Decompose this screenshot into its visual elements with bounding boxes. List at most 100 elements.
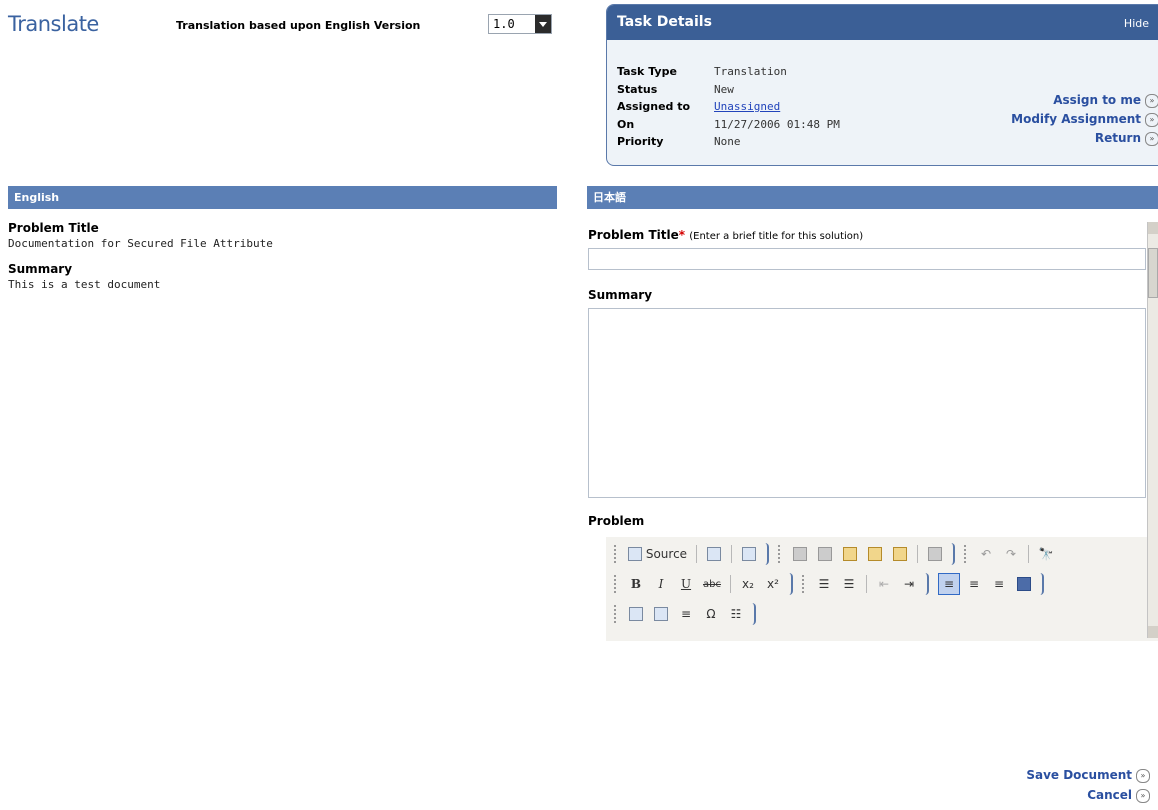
page-break-button[interactable]: ☷ bbox=[725, 603, 747, 625]
subscript-button[interactable]: x₂ bbox=[737, 573, 759, 595]
toolbar-separator bbox=[729, 575, 731, 593]
underline-button[interactable]: U bbox=[675, 573, 697, 595]
indent-icon: ⇥ bbox=[903, 577, 915, 591]
cut-button[interactable] bbox=[789, 543, 811, 565]
outdent-button[interactable]: ⇤ bbox=[873, 573, 895, 595]
toolbar-group-end bbox=[787, 573, 793, 595]
modify-assignment-label: Modify Assignment bbox=[1011, 112, 1141, 126]
print-icon bbox=[928, 547, 943, 561]
preview-icon bbox=[707, 547, 722, 561]
paste-word-icon bbox=[893, 547, 908, 561]
preview-button[interactable] bbox=[703, 543, 725, 565]
redo-button[interactable]: ↷ bbox=[1000, 543, 1022, 565]
source-button[interactable]: Source bbox=[625, 543, 690, 565]
toolbar-grip bbox=[778, 545, 783, 563]
find-icon: 🔭 bbox=[1038, 547, 1054, 561]
scrollbar-thumb[interactable] bbox=[1148, 248, 1158, 298]
undo-icon: ↶ bbox=[981, 547, 992, 561]
find-button[interactable]: 🔭 bbox=[1035, 543, 1057, 565]
horizontal-rule-button[interactable]: ≡ bbox=[675, 603, 697, 625]
japanese-section-header: 日本語 bbox=[587, 186, 1158, 209]
return-link[interactable]: Return » bbox=[1011, 129, 1158, 148]
print-button[interactable] bbox=[924, 543, 946, 565]
templates-button[interactable] bbox=[738, 543, 760, 565]
problem-title-input[interactable] bbox=[588, 248, 1146, 270]
align-center-icon: ≡ bbox=[968, 577, 980, 591]
align-left-icon: ≡ bbox=[943, 577, 955, 591]
numbered-list-button[interactable]: ☰ bbox=[813, 573, 835, 595]
image-button[interactable] bbox=[625, 603, 647, 625]
assign-to-me-link[interactable]: Assign to me » bbox=[1011, 91, 1158, 110]
toolbar-group-end bbox=[949, 543, 956, 565]
return-label: Return bbox=[1094, 131, 1141, 145]
task-value: Translation bbox=[714, 65, 787, 78]
task-key: Task Type bbox=[617, 65, 677, 78]
strikethrough-button[interactable]: abc bbox=[700, 573, 724, 595]
double-arrow-icon: » bbox=[1145, 131, 1158, 146]
toolbar-group-end bbox=[750, 603, 756, 625]
paste-word-button[interactable] bbox=[889, 543, 911, 565]
save-document-button[interactable]: Save Document » bbox=[1026, 768, 1150, 783]
align-right-button[interactable]: ≡ bbox=[988, 573, 1010, 595]
task-value: New bbox=[714, 82, 734, 96]
vertical-scrollbar[interactable] bbox=[1147, 222, 1158, 638]
chevron-down-icon[interactable] bbox=[535, 15, 551, 33]
copy-button[interactable] bbox=[814, 543, 836, 565]
align-center-button[interactable]: ≡ bbox=[963, 573, 985, 595]
justify-button[interactable] bbox=[1013, 573, 1035, 595]
justify-icon bbox=[1016, 577, 1031, 591]
task-row: On 11/27/2006 01:48 PM bbox=[617, 116, 840, 134]
paste-button[interactable] bbox=[839, 543, 861, 565]
indent-button[interactable]: ⇥ bbox=[898, 573, 920, 595]
toolbar-grip bbox=[964, 545, 969, 563]
problem-title-label: Problem Title* (Enter a brief title for … bbox=[588, 228, 863, 242]
align-left-button[interactable]: ≡ bbox=[937, 573, 960, 595]
english-section-header: English bbox=[8, 186, 557, 209]
bulleted-list-button[interactable]: ☰ bbox=[838, 573, 860, 595]
assigned-to-link[interactable]: Unassigned bbox=[714, 100, 780, 113]
save-document-label: Save Document bbox=[1026, 768, 1132, 782]
toolbar-grip bbox=[614, 605, 619, 623]
version-value: 1.0 bbox=[493, 17, 515, 31]
undo-button[interactable]: ↶ bbox=[975, 543, 997, 565]
paste-icon bbox=[843, 547, 858, 561]
special-char-button[interactable]: Ω bbox=[700, 603, 722, 625]
toolbar-group-end bbox=[923, 573, 929, 595]
modify-assignment-link[interactable]: Modify Assignment » bbox=[1011, 110, 1158, 129]
toolbar-row-1: Source ↶ ↷ 🔭 bbox=[614, 541, 1057, 567]
summary-textarea[interactable] bbox=[588, 308, 1146, 498]
paste-text-button[interactable] bbox=[864, 543, 886, 565]
cancel-button[interactable]: Cancel » bbox=[1087, 788, 1150, 803]
task-key: Status bbox=[617, 82, 658, 96]
toolbar-row-3: ≡ Ω ☷ bbox=[614, 601, 762, 627]
superscript-button[interactable]: x² bbox=[762, 573, 784, 595]
english-summary-value: This is a test document bbox=[8, 278, 161, 291]
task-key: On bbox=[617, 117, 635, 131]
toolbar-group-end bbox=[1038, 573, 1044, 595]
task-row: Status New bbox=[617, 81, 840, 99]
toolbar-grip bbox=[614, 575, 619, 593]
toolbar-row-2: B I U abc x₂ x² ☰ ☰ ⇤ ⇥ ≡ ≡ ≡ bbox=[614, 571, 1050, 597]
bold-button[interactable]: B bbox=[625, 573, 647, 595]
task-value: 11/27/2006 01:48 PM bbox=[714, 117, 840, 131]
problem-label: Problem bbox=[588, 514, 645, 528]
english-summary-label: Summary bbox=[8, 262, 73, 276]
toolbar-grip bbox=[801, 575, 807, 593]
cancel-label: Cancel bbox=[1087, 788, 1132, 802]
numbered-list-icon: ☰ bbox=[818, 577, 830, 591]
task-row: Priority None bbox=[617, 133, 840, 151]
scroll-down-icon[interactable] bbox=[1148, 626, 1158, 638]
task-details-title: Task Details bbox=[617, 14, 712, 30]
task-key: Assigned to bbox=[617, 100, 691, 113]
italic-button[interactable]: I bbox=[650, 573, 672, 595]
table-button[interactable] bbox=[650, 603, 672, 625]
double-arrow-icon: » bbox=[1145, 112, 1158, 127]
hide-link[interactable]: Hide bbox=[1124, 17, 1149, 30]
scroll-up-icon[interactable] bbox=[1148, 222, 1158, 234]
toolbar-separator bbox=[696, 545, 698, 563]
required-marker: * bbox=[678, 228, 686, 242]
toolbar-grip bbox=[614, 545, 619, 563]
version-select[interactable]: 1.0 bbox=[488, 14, 552, 34]
align-right-icon: ≡ bbox=[993, 577, 1005, 591]
toolbar-separator bbox=[731, 545, 733, 563]
